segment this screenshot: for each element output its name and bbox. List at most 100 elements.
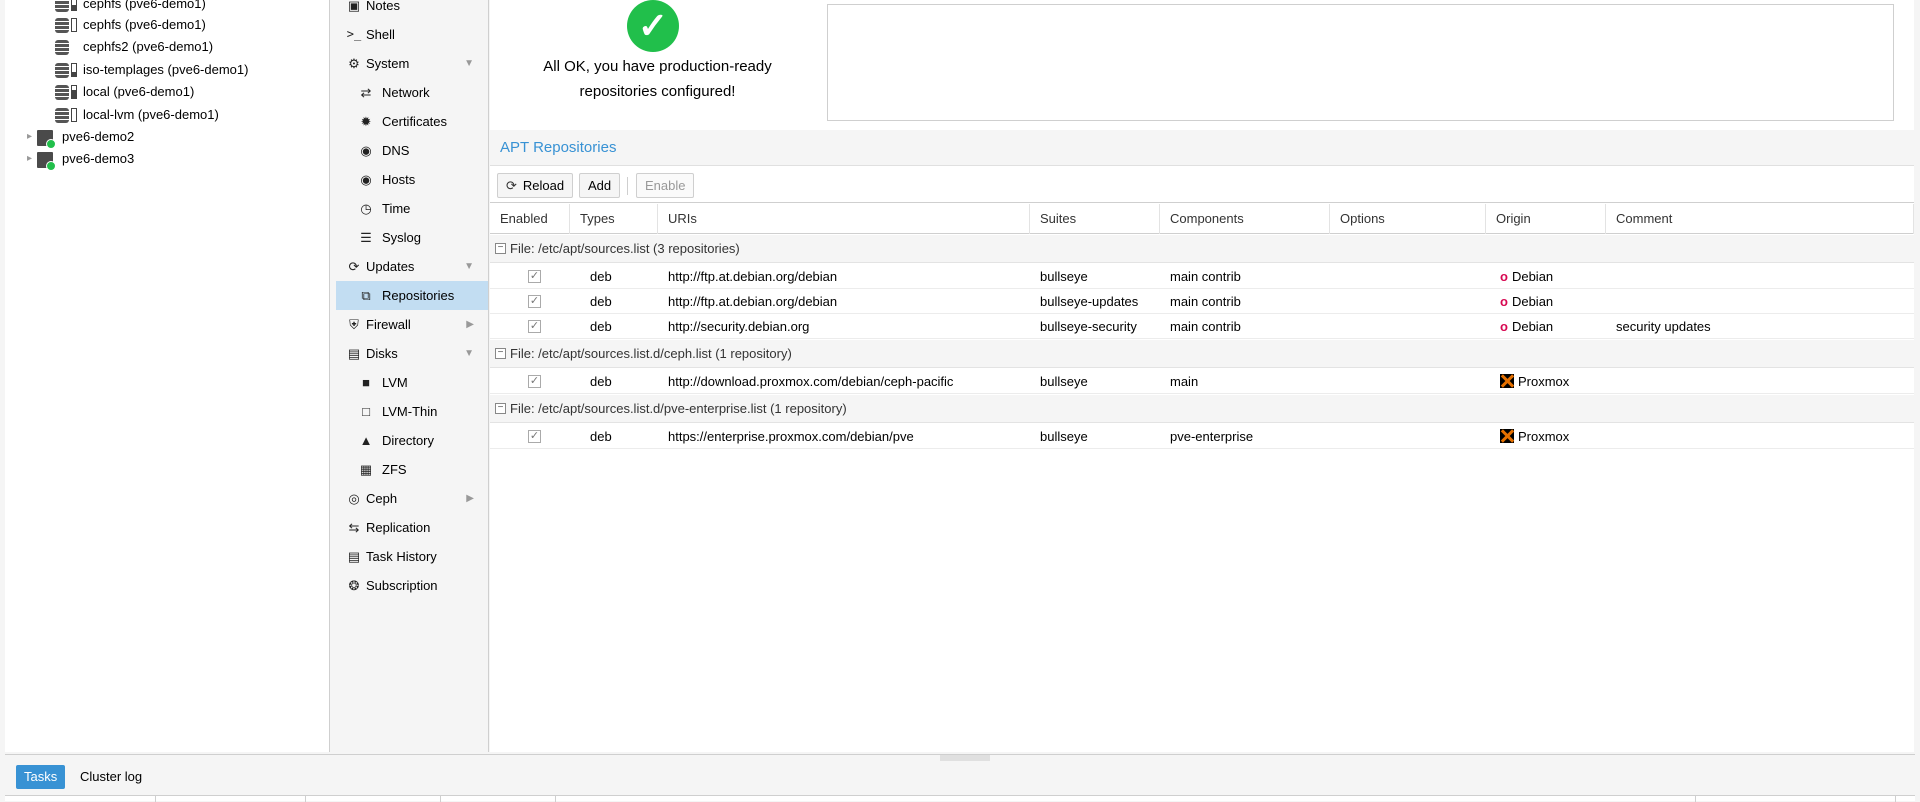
- nav-item-replication[interactable]: ⇆ Replication: [336, 513, 488, 542]
- collapse-toggle-icon[interactable]: −: [495, 348, 506, 359]
- enabled-checkbox[interactable]: ✓: [528, 320, 541, 333]
- expand-arrow-icon[interactable]: ▶: [466, 484, 474, 513]
- globe-icon: ◉: [360, 172, 372, 187]
- ceph-icon: ◎: [348, 491, 360, 506]
- column-header-options[interactable]: Options: [1330, 204, 1486, 234]
- nav-item-updates[interactable]: ⟳ Updates ▼: [336, 252, 488, 281]
- storage-icon: [55, 40, 69, 55]
- cell-origin: о Debian: [1500, 264, 1553, 289]
- splitter-handle[interactable]: [940, 755, 990, 761]
- debian-logo-icon: о: [1500, 269, 1508, 284]
- storage-usage-icon: [71, 18, 77, 32]
- cell-origin: Proxmox: [1500, 424, 1569, 449]
- column-header-types[interactable]: Types: [570, 204, 658, 234]
- enable-button[interactable]: Enable: [636, 173, 695, 198]
- tree-node-label: pve6-demo3: [62, 151, 135, 166]
- tree-storage-label: cephfs (pve6-demo1): [83, 17, 206, 32]
- repo-row[interactable]: ✓ deb http://ftp.at.debian.org/debian bu…: [490, 264, 1914, 289]
- tree-storage-label: local-lvm (pve6-demo1): [83, 107, 219, 122]
- nav-item-notes[interactable]: ▣ Notes: [336, 0, 488, 20]
- storage-icon: [55, 63, 69, 78]
- expand-arrow-icon[interactable]: ▸: [27, 148, 32, 170]
- tab-tasks[interactable]: Tasks: [16, 765, 66, 789]
- collapse-toggle-icon[interactable]: −: [495, 403, 506, 414]
- nav-item-network[interactable]: ⇄ Network: [336, 78, 488, 107]
- nav-item-repositories[interactable]: ⧉ Repositories: [336, 281, 488, 310]
- enabled-checkbox[interactable]: ✓: [528, 430, 541, 443]
- enabled-checkbox[interactable]: ✓: [528, 270, 541, 283]
- cell-type: deb: [590, 319, 612, 334]
- repositories-panel: ✓ All OK, you have production-ready repo…: [490, 0, 1914, 752]
- nav-item-dns[interactable]: ◉ DNS: [336, 136, 488, 165]
- cell-suite: bullseye-security: [1040, 319, 1137, 334]
- storage-usage-icon: [71, 63, 77, 77]
- nav-item-certificates[interactable]: ✹ Certificates: [336, 107, 488, 136]
- nav-item-hosts[interactable]: ◉ Hosts: [336, 165, 488, 194]
- th-large-icon: ▦: [359, 462, 373, 477]
- cell-type: deb: [590, 269, 612, 284]
- nav-item-lvm[interactable]: ■ LVM: [336, 368, 488, 397]
- add-button[interactable]: Add: [579, 173, 621, 198]
- collapse-arrow-icon[interactable]: ▼: [464, 339, 474, 368]
- debian-logo-icon: о: [1500, 294, 1508, 309]
- nav-item-syslog[interactable]: ☰ Syslog: [336, 223, 488, 252]
- folder-icon: ▲: [359, 433, 373, 448]
- nav-item-firewall[interactable]: ⛨ Firewall ▶: [336, 310, 488, 339]
- nav-item-disks[interactable]: ▤ Disks ▼: [336, 339, 488, 368]
- cell-origin: о Debian: [1500, 289, 1553, 314]
- collapse-toggle-icon[interactable]: −: [495, 243, 506, 254]
- column-header-suites[interactable]: Suites: [1030, 204, 1160, 234]
- repo-toolbar: ⟳ Reload Add Enable: [490, 167, 1914, 203]
- nav-item-shell[interactable]: >_ Shell: [336, 20, 488, 49]
- origin-label: Debian: [1511, 319, 1554, 334]
- storage-icon: [55, 18, 69, 33]
- expand-arrow-icon[interactable]: ▸: [27, 126, 32, 148]
- nav-item-zfs[interactable]: ▦ ZFS: [336, 455, 488, 484]
- nav-item-lvm-thin[interactable]: □ LVM-Thin: [336, 397, 488, 426]
- nav-item-task-history[interactable]: ▤ Task History: [336, 542, 488, 571]
- group-title: File: /etc/apt/sources.list.d/ceph.list …: [510, 346, 792, 361]
- cell-origin: Proxmox: [1500, 369, 1569, 394]
- collapse-arrow-icon[interactable]: ▼: [464, 252, 474, 281]
- column-header-uris[interactable]: URIs: [658, 204, 1030, 234]
- cell-uri: http://security.debian.org: [668, 319, 810, 334]
- cell-uri: http://download.proxmox.com/debian/ceph-…: [668, 374, 954, 389]
- list-alt-icon: ▤: [347, 549, 361, 564]
- storage-usage-icon: [71, 0, 77, 11]
- repo-row[interactable]: ✓ deb http://download.proxmox.com/debian…: [490, 369, 1914, 394]
- tree-storage-label: local (pve6-demo1): [83, 84, 195, 99]
- cell-components: pve-enterprise: [1170, 429, 1254, 444]
- cell-components: main contrib: [1170, 319, 1241, 334]
- cell-suite: bullseye-updates: [1040, 294, 1139, 309]
- repo-row[interactable]: ✓ deb https://enterprise.proxmox.com/deb…: [490, 424, 1914, 449]
- enabled-checkbox[interactable]: ✓: [528, 295, 541, 308]
- nav-item-subscription[interactable]: ❂ Subscription: [336, 571, 488, 600]
- repo-row[interactable]: ✓ deb http://security.debian.org bullsey…: [490, 314, 1914, 339]
- cell-uri: http://ftp.at.debian.org/debian: [668, 294, 838, 309]
- clock-icon: ◷: [360, 201, 372, 216]
- expand-arrow-icon[interactable]: ▶: [466, 310, 474, 339]
- check-circle-icon: ✓: [627, 0, 679, 52]
- cell-suite: bullseye: [1040, 429, 1088, 444]
- cell-uri: https://enterprise.proxmox.com/debian/pv…: [668, 429, 914, 444]
- notes-icon: ▣: [347, 0, 361, 13]
- enabled-checkbox[interactable]: ✓: [528, 375, 541, 388]
- column-header-comment[interactable]: Comment: [1606, 204, 1914, 234]
- nav-item-ceph[interactable]: ◎ Ceph ▶: [336, 484, 488, 513]
- repo-group-header[interactable]: − File: /etc/apt/sources.list.d/ceph.lis…: [490, 340, 1914, 368]
- column-header-origin[interactable]: Origin: [1486, 204, 1606, 234]
- nav-item-directory[interactable]: ▲ Directory: [336, 426, 488, 455]
- refresh-icon: ⟳: [348, 259, 360, 274]
- tab-cluster-log[interactable]: Cluster log: [72, 765, 150, 789]
- nav-item-system[interactable]: ⚙ System ▼: [336, 49, 488, 78]
- repo-row[interactable]: ✓ deb http://ftp.at.debian.org/debian bu…: [490, 289, 1914, 314]
- globe-icon: ◉: [360, 143, 372, 158]
- repo-group-header[interactable]: − File: /etc/apt/sources.list.d/pve-ente…: [490, 395, 1914, 423]
- repo-group-header[interactable]: − File: /etc/apt/sources.list (3 reposit…: [490, 235, 1914, 263]
- reload-button[interactable]: ⟳ Reload: [497, 173, 574, 198]
- nav-item-time[interactable]: ◷ Time: [336, 194, 488, 223]
- column-header-enabled[interactable]: Enabled: [490, 204, 570, 234]
- column-header-components[interactable]: Components: [1160, 204, 1330, 234]
- collapse-arrow-icon[interactable]: ▼: [464, 49, 474, 78]
- storage-icon: [55, 85, 69, 100]
